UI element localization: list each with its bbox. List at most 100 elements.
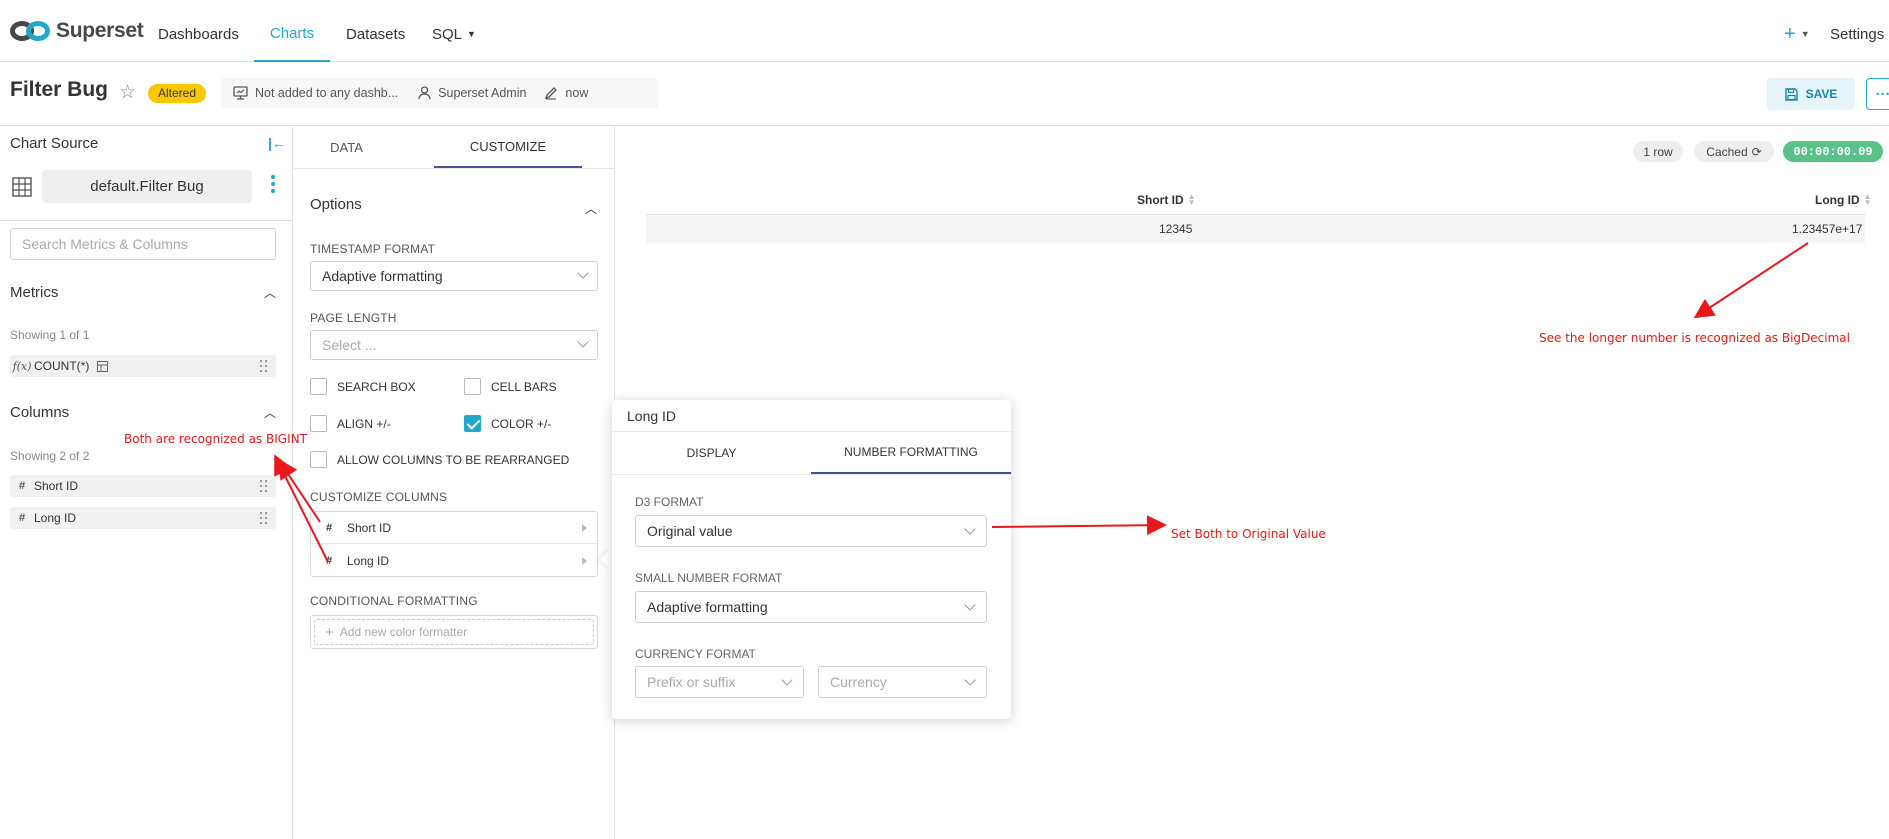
tab-number-formatting[interactable]: NUMBER FORMATTING	[811, 432, 1011, 474]
checkbox-align[interactable]: ALIGN +/-	[310, 415, 391, 432]
metadata-bar: Not added to any dashb... Superset Admin…	[221, 78, 658, 108]
metric-item[interactable]: f(x) COUNT(*)	[10, 355, 276, 377]
new-plus-button[interactable]: + ▼	[1784, 6, 1810, 62]
checkbox-label: COLOR +/-	[491, 416, 552, 431]
column-item-long-id[interactable]: # Long ID	[10, 507, 276, 529]
metrics-count: Showing 1 of 1	[10, 328, 90, 342]
owner-meta[interactable]: Superset Admin	[418, 86, 526, 100]
plus-icon: +	[325, 623, 334, 641]
sort-icon: ▲ ▼	[1863, 192, 1872, 207]
checkbox-label: ALLOW COLUMNS TO BE REARRANGED	[337, 452, 570, 467]
column-header-short-id[interactable]: Short ID ▲ ▼	[1137, 192, 1196, 208]
table-grid-icon	[12, 177, 32, 197]
owner-text: Superset Admin	[438, 86, 527, 100]
chevron-up-icon[interactable]: ︿	[264, 284, 276, 301]
drag-handle-icon[interactable]	[260, 479, 268, 493]
d3-format-select[interactable]: Original value	[635, 515, 987, 547]
columns-section-title[interactable]: Columns	[10, 404, 69, 421]
save-label: SAVE	[1805, 87, 1838, 101]
page-length-select[interactable]: Select ...	[310, 330, 598, 360]
timestamp-format-select[interactable]: Adaptive formatting	[310, 261, 598, 291]
column-config-popover: Long ID DISPLAY NUMBER FORMATTING D3 FOR…	[612, 400, 1011, 719]
caret-right-icon	[582, 524, 587, 532]
chevron-down-icon	[577, 336, 589, 348]
nav-dashboards[interactable]: Dashboards	[158, 6, 239, 62]
currency-prefix-select[interactable]: Prefix or suffix	[635, 666, 804, 698]
column-header-long-id[interactable]: Long ID ▲ ▼	[1815, 192, 1872, 208]
metrics-section-title[interactable]: Metrics	[10, 284, 58, 301]
sort-icon: ▲ ▼	[1187, 192, 1196, 207]
nav-datasets[interactable]: Datasets	[346, 6, 405, 62]
cached-badge[interactable]: Cached ⟳	[1694, 141, 1774, 162]
chevron-up-icon[interactable]: ︿	[585, 200, 597, 217]
chevron-up-icon[interactable]: ︿	[264, 404, 276, 421]
checkbox-cell-bars[interactable]: CELL BARS	[464, 378, 557, 395]
customize-column-short-id[interactable]: # Short ID	[311, 512, 597, 544]
options-section-title[interactable]: Options	[310, 196, 362, 213]
tab-data[interactable]: DATA	[294, 127, 399, 168]
column-header-label: Long ID	[1815, 193, 1860, 207]
nav-settings[interactable]: Settings	[1830, 6, 1884, 62]
checkbox-search-box[interactable]: SEARCH BOX	[310, 378, 416, 395]
divider	[294, 168, 615, 169]
modified-meta[interactable]: now	[544, 86, 588, 100]
collapse-panel-icon[interactable]: |←	[268, 135, 286, 151]
dataset-name[interactable]: default.Filter Bug	[42, 170, 252, 203]
checkbox-icon	[310, 451, 327, 468]
customize-columns-list: # Short ID # Long ID	[310, 511, 598, 577]
dashboards-meta[interactable]: Not added to any dashb...	[233, 86, 398, 100]
function-icon: f(x)	[12, 359, 32, 373]
tab-customize[interactable]: CUSTOMIZE	[434, 127, 582, 168]
dataset-menu-icon[interactable]	[271, 175, 275, 196]
column-item-short-id[interactable]: # Short ID	[10, 475, 276, 497]
refresh-icon: ⟳	[1751, 144, 1762, 159]
column-label: Long ID	[34, 511, 77, 525]
small-number-format-label: SMALL NUMBER FORMAT	[635, 571, 783, 585]
customize-column-long-id[interactable]: # Long ID	[311, 545, 597, 577]
chevron-down-icon	[964, 523, 976, 535]
cached-label: Cached	[1706, 144, 1748, 159]
checkbox-checked-icon	[464, 415, 481, 432]
conditional-formatting-label: CONDITIONAL FORMATTING	[310, 594, 478, 608]
checkbox-color[interactable]: COLOR +/-	[464, 415, 551, 432]
user-icon	[418, 86, 431, 100]
more-options-button[interactable]: ···	[1866, 78, 1889, 110]
popover-title: Long ID	[627, 408, 677, 424]
currency-select[interactable]: Currency	[818, 666, 987, 698]
checkbox-icon	[310, 378, 327, 395]
control-panel: DATA CUSTOMIZE Options ︿ TIMESTAMP FORMA…	[294, 127, 615, 839]
checkbox-label: SEARCH BOX	[337, 379, 416, 394]
chevron-down-icon	[964, 674, 976, 686]
search-metrics-input[interactable]: Search Metrics & Columns	[10, 228, 276, 260]
small-number-format-select[interactable]: Adaptive formatting	[635, 591, 987, 623]
drag-handle-icon[interactable]	[260, 359, 268, 373]
brand-name: Superset	[56, 19, 144, 42]
tab-display[interactable]: DISPLAY	[612, 432, 811, 474]
timestamp-format-value: Adaptive formatting	[322, 268, 443, 284]
superset-logo[interactable]: Superset	[10, 19, 144, 43]
nav-sql[interactable]: SQL ▼	[432, 6, 476, 62]
divider	[0, 220, 293, 221]
row-count-badge: 1 row	[1633, 141, 1683, 162]
timestamp-format-label: TIMESTAMP FORMAT	[310, 242, 436, 256]
checkbox-icon	[464, 378, 481, 395]
small-number-format-value: Adaptive formatting	[647, 599, 768, 615]
save-button[interactable]: SAVE	[1767, 78, 1855, 110]
chart-title[interactable]: Filter Bug	[10, 78, 108, 102]
checkbox-allow-rearrange[interactable]: ALLOW COLUMNS TO BE REARRANGED	[310, 451, 569, 468]
add-color-formatter[interactable]: + Add new color formatter	[310, 615, 598, 649]
star-icon[interactable]: ☆	[119, 81, 136, 104]
drag-handle-icon[interactable]	[260, 511, 268, 525]
edit-pencil-icon	[545, 87, 558, 100]
dashboard-icon	[233, 86, 248, 100]
altered-badge[interactable]: Altered	[148, 84, 207, 103]
caret-down-icon: ▼	[467, 29, 476, 39]
table-row	[646, 215, 1865, 243]
table-cell-long-id: 1.23457e+17	[1792, 222, 1863, 236]
dashboards-text: Not added to any dashb...	[255, 86, 399, 100]
caret-down-icon: ▼	[1800, 29, 1810, 39]
customize-columns-label: CUSTOMIZE COLUMNS	[310, 490, 448, 504]
currency-format-label: CURRENCY FORMAT	[635, 647, 756, 661]
nav-charts[interactable]: Charts	[254, 6, 330, 62]
prefix-placeholder: Prefix or suffix	[647, 674, 736, 690]
